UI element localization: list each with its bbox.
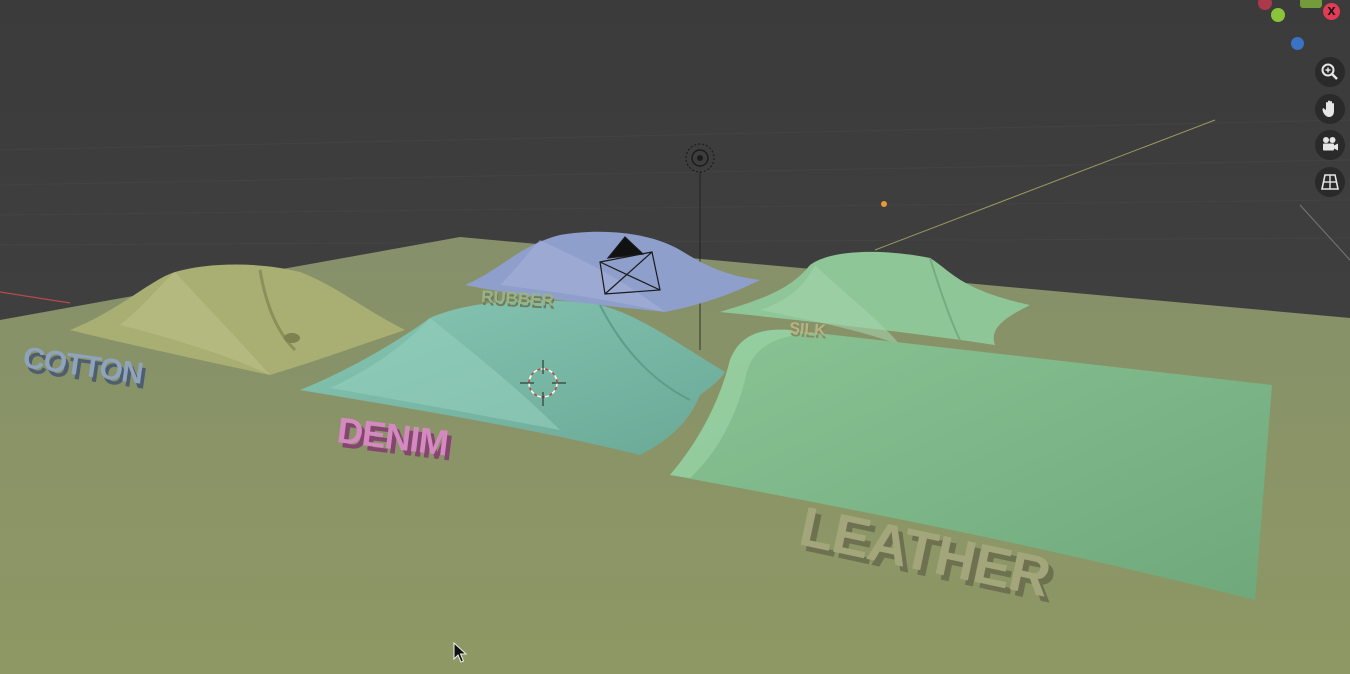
y-axis-dot-green[interactable]	[1271, 8, 1285, 22]
pan-button[interactable]	[1315, 94, 1345, 124]
origin-point[interactable]	[881, 201, 887, 207]
ortho-grid-icon	[1321, 174, 1339, 190]
camera-view-button[interactable]	[1315, 130, 1345, 160]
mouse-pointer-icon	[453, 642, 468, 663]
zoom-button[interactable]	[1315, 57, 1345, 87]
camera-view-icon	[1323, 137, 1338, 151]
scene-canvas[interactable]: COTTON COTTON RUBBER RUBBER SILK SILK DE…	[0, 0, 1350, 674]
zoom-icon	[1321, 63, 1338, 80]
silk-label[interactable]: SILK SILK	[789, 320, 828, 343]
x-axis-dot[interactable]: X	[1323, 3, 1340, 20]
3d-viewport[interactable]: COTTON COTTON RUBBER RUBBER SILK SILK DE…	[0, 0, 1350, 674]
gizmo-green-arm	[1300, 0, 1322, 8]
z-axis-dot[interactable]	[1291, 37, 1304, 50]
svg-text:RUBBER: RUBBER	[481, 287, 555, 310]
svg-text:SILK: SILK	[789, 320, 827, 340]
rubber-label[interactable]: RUBBER RUBBER	[481, 287, 556, 313]
x-axis-label: X	[1327, 5, 1336, 18]
hand-pan-icon	[1322, 100, 1334, 117]
ortho-toggle-button[interactable]	[1315, 167, 1345, 197]
